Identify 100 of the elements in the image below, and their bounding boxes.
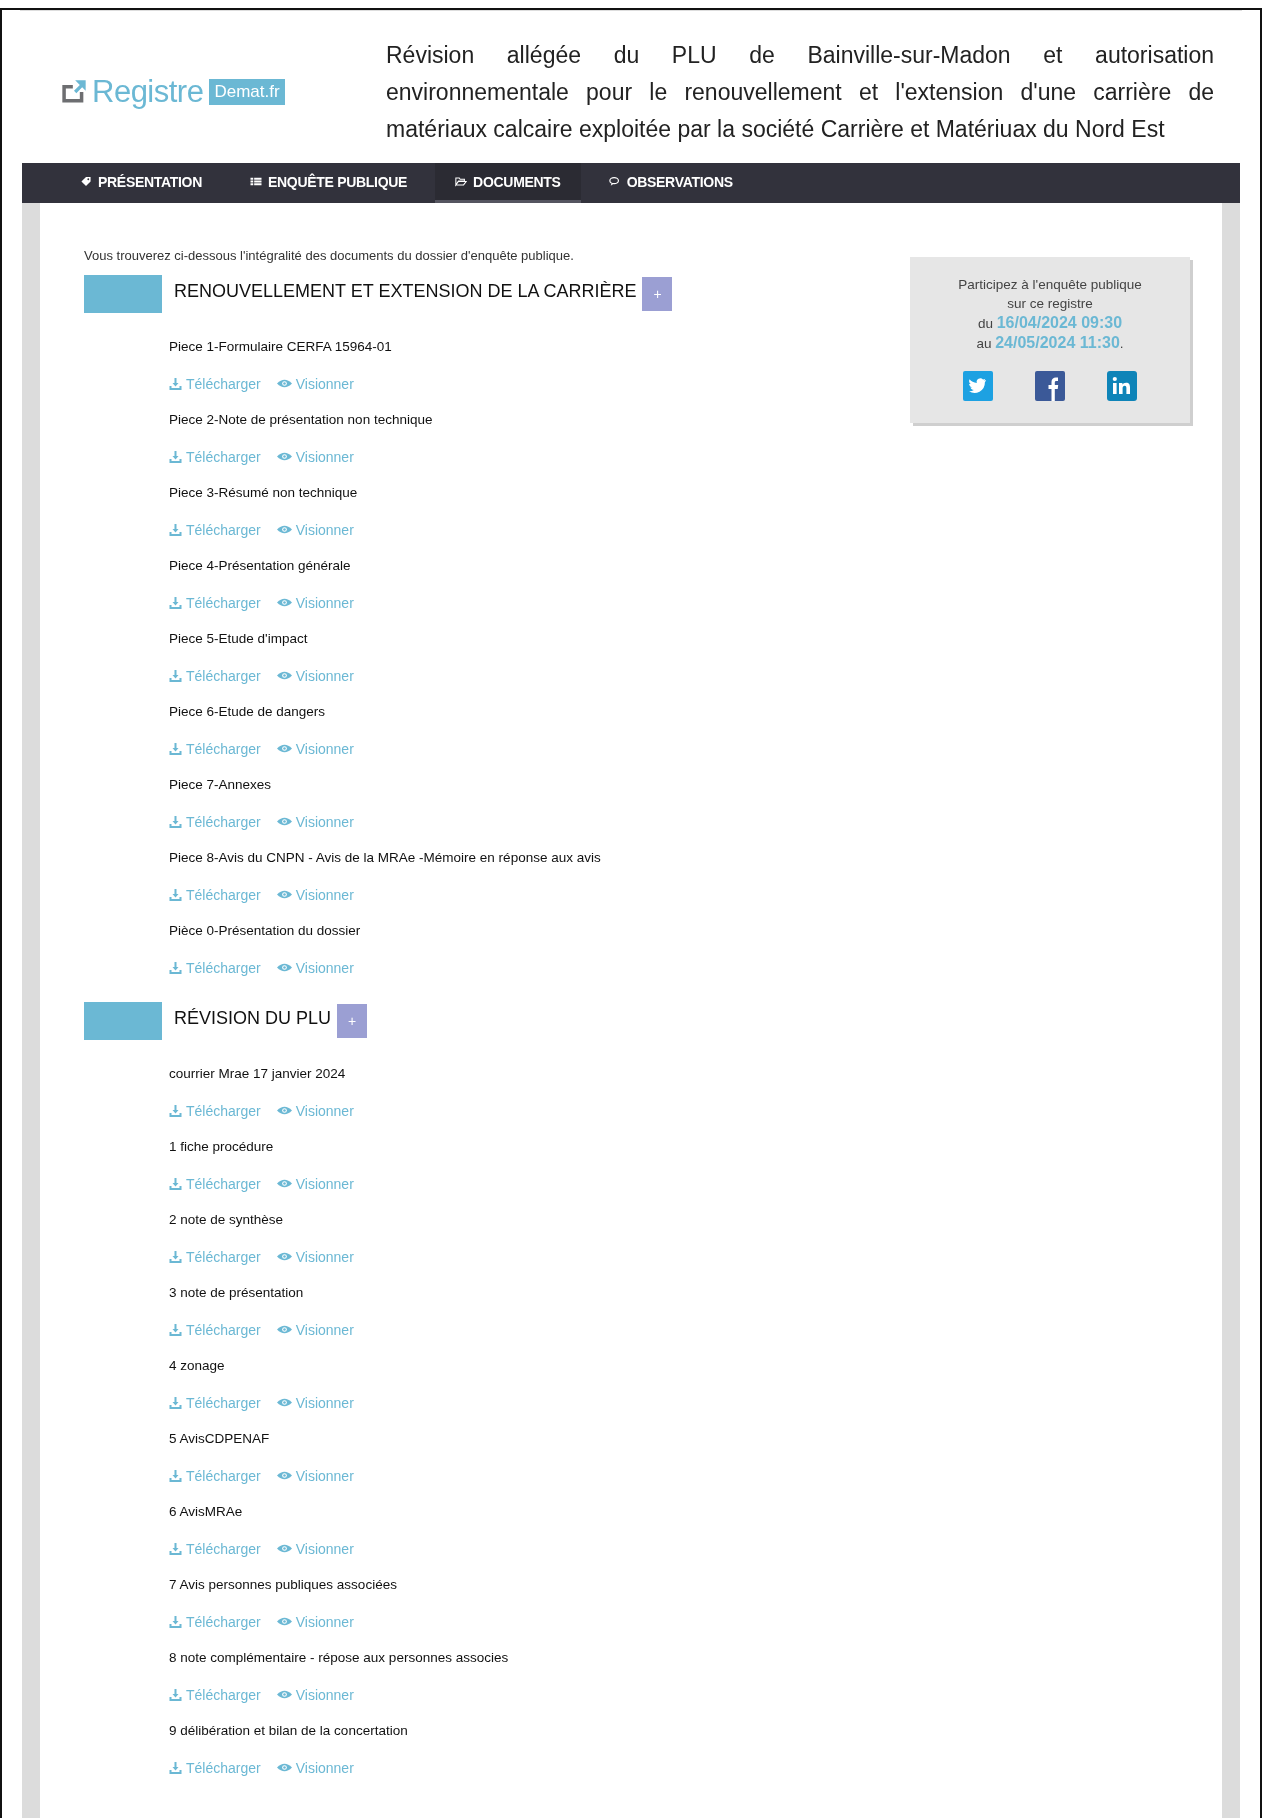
view-link[interactable]: Visionner [295,1321,354,1338]
download-icon [169,742,182,755]
nav-tab[interactable]: OBSERVATIONS [588,163,753,203]
view-link[interactable]: Visionner [295,813,354,830]
download-link[interactable]: Télécharger [186,1321,261,1338]
document-name: 1 fiche procédure [169,1138,275,1156]
view-link[interactable]: Visionner [295,886,354,903]
download-icon [169,596,182,609]
end-date-text: au 24/05/2024 11:30. [975,333,1125,353]
download-link[interactable]: Télécharger [186,1686,261,1703]
download-link[interactable]: Télécharger [186,959,261,976]
tag-icon [80,176,92,187]
eye-icon [276,1178,292,1189]
card-text: sur ce registre [1006,295,1094,313]
download-icon [169,1396,182,1409]
eye-icon [276,1543,292,1554]
document-name: 3 note de présentation [169,1284,305,1302]
view-link[interactable]: Visionner [295,1759,354,1776]
download-icon [169,1615,182,1628]
download-icon [169,815,182,828]
document-name: Piece 7-Annexes [169,776,273,794]
document-name: 2 note de synthèse [169,1211,285,1229]
download-icon [169,1177,182,1190]
eye-icon [276,1324,292,1335]
document-name: 8 note complémentaire - répose aux personnes associes [169,1649,510,1667]
download-icon [169,523,182,536]
download-link[interactable]: Télécharger [186,594,261,611]
document-name: 6 AvisMRAe [169,1503,244,1521]
intro-text: Vous trouverez ci-dessous l'intégralité des documents du dossier d'enquête publique. [84,248,575,263]
view-link[interactable]: Visionner [295,667,354,684]
document-name: Piece 8-Avis du CNPN - Avis de la MRAe -Mémoire en réponse aux avis [169,849,602,867]
download-link[interactable]: Télécharger [186,521,261,538]
section-title: RÉVISION DU PLU [174,1007,332,1029]
document-name: Piece 2-Note de présentation non technique [169,411,434,429]
eye-icon [276,378,292,389]
eye-icon [276,962,292,973]
download-link[interactable]: Télécharger [186,1248,261,1265]
download-link[interactable]: Télécharger [186,1759,261,1776]
view-link[interactable]: Visionner [295,1175,354,1192]
facebook-icon[interactable] [1035,371,1065,401]
document-name: courrier Mrae 17 janvier 2024 [169,1065,347,1083]
eye-icon [276,1762,292,1773]
download-icon [169,1469,182,1482]
twitter-icon[interactable] [963,371,993,401]
download-link[interactable]: Télécharger [186,1175,261,1192]
download-link[interactable]: Télécharger [186,1394,261,1411]
download-link[interactable]: Télécharger [186,1540,261,1557]
view-link[interactable]: Visionner [295,1102,354,1119]
download-link[interactable]: Télécharger [186,886,261,903]
folder-icon [455,176,468,187]
view-link[interactable]: Visionner [295,1613,354,1630]
view-link[interactable]: Visionner [295,521,354,538]
download-icon [169,1250,182,1263]
view-link[interactable]: Visionner [295,740,354,757]
eye-icon [276,670,292,681]
expand-button[interactable]: + [642,277,673,311]
document-name: Piece 1-Formulaire CERFA 15964-01 [169,338,393,356]
document-name: 5 AvisCDPENAF [169,1430,271,1448]
view-link[interactable]: Visionner [295,1686,354,1703]
eye-icon [276,816,292,827]
nav-tab[interactable]: ENQUÊTE PUBLIQUE [230,163,428,203]
eye-icon [276,1470,292,1481]
registre-logo[interactable]: Registre Demat.fr [60,74,386,110]
view-link[interactable]: Visionner [295,1248,354,1265]
nav-tab[interactable]: PRÉSENTATION [60,163,222,203]
card-text: Participez à l'enquête publique [957,276,1143,294]
eye-icon [276,743,292,754]
view-link[interactable]: Visionner [295,448,354,465]
download-link[interactable]: Télécharger [186,740,261,757]
linkedin-icon[interactable] [1107,371,1137,401]
view-link[interactable]: Visionner [295,594,354,611]
download-icon [169,1542,182,1555]
download-icon [169,669,182,682]
view-link[interactable]: Visionner [295,1394,354,1411]
download-link[interactable]: Télécharger [186,1102,261,1119]
inquiry-title: Révision allégée du PLU de Bainville-sur-Madon et autorisation environnementale pour le renouvellement et l'extension d'une carrière de matériaux calcaire exploitée par la société Carrière et Matériuax du Nord Est [386,40,1214,144]
download-link[interactable]: Télécharger [186,1467,261,1484]
eye-icon [276,597,292,608]
expand-button[interactable]: + [337,1004,368,1038]
download-icon [169,377,182,390]
download-icon [169,888,182,901]
document-name: 7 Avis personnes publiques associées [169,1576,398,1594]
view-link[interactable]: Visionner [295,1540,354,1557]
start-date-text: du 16/04/2024 09:30 [976,313,1124,333]
section-title: RENOUVELLEMENT ET EXTENSION DE LA CARRIÈRE [174,280,637,302]
download-link[interactable]: Télécharger [186,448,261,465]
nav-tab[interactable]: DOCUMENTS [435,163,581,203]
download-icon [169,450,182,463]
download-link[interactable]: Télécharger [186,375,261,392]
download-link[interactable]: Télécharger [186,813,261,830]
eye-icon [276,1689,292,1700]
view-link[interactable]: Visionner [295,959,354,976]
download-icon [169,1761,182,1774]
list-icon [250,176,262,187]
view-link[interactable]: Visionner [295,1467,354,1484]
download-link[interactable]: Télécharger [186,667,261,684]
download-link[interactable]: Télécharger [186,1613,261,1630]
view-link[interactable]: Visionner [295,375,354,392]
document-name: Piece 5-Etude d'impact [169,630,309,648]
document-name: 9 délibération et bilan de la concertation [169,1722,409,1740]
